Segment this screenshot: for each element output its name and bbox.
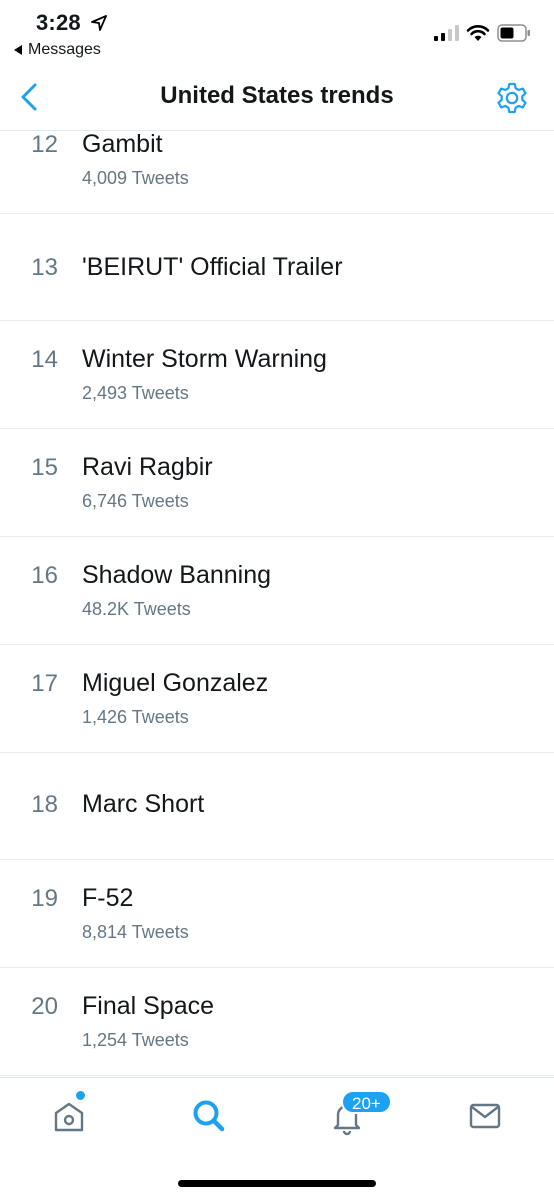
home-icon[interactable] [49,1096,89,1136]
trend-tweet-count: 4,009 Tweets [82,168,189,188]
back-to-app-label: Messages [28,41,101,58]
gear-icon[interactable] [495,81,529,115]
clock: 3:28 [36,10,81,35]
back-triangle-icon [14,45,22,55]
nav-bar: United States trends [0,66,554,131]
trend-tweet-count: 48.2K Tweets [82,599,191,619]
trend-name: Marc Short [82,790,205,818]
location-arrow-icon [91,15,107,31]
trend-row[interactable]: 19 F-52 8,814 Tweets [0,860,554,968]
trend-rank: 14 [31,346,58,373]
trend-rank: 13 [31,254,58,281]
trend-tweet-count: 6,746 Tweets [82,491,189,511]
trend-tweet-count: 1,426 Tweets [82,707,189,727]
trend-row[interactable]: 14 Winter Storm Warning 2,493 Tweets [0,321,554,429]
page-title: United States trends [160,82,394,109]
trend-tweet-count: 2,493 Tweets [82,383,189,403]
cellular-signal-icon [434,25,459,41]
search-icon[interactable] [189,1096,229,1136]
wifi-icon [466,25,490,41]
trend-row[interactable]: 15 Ravi Ragbir 6,746 Tweets [0,429,554,537]
home-indicator[interactable] [178,1180,376,1187]
trend-rank: 19 [31,885,58,912]
trend-row[interactable]: 16 Shadow Banning 48.2K Tweets [0,537,554,645]
trend-name: Gambit [82,130,163,158]
trend-tweet-count: 8,814 Tweets [82,922,189,942]
trends-list: 12 Gambit 4,009 Tweets 13 'BEIRUT' Offic… [0,130,554,1076]
trend-rank: 15 [31,454,58,481]
back-to-app-link[interactable]: Messages [14,41,101,59]
trend-tweet-count: 1,254 Tweets [82,1030,189,1050]
trend-rank: 12 [31,131,58,158]
trend-rank: 18 [31,791,58,818]
home-unread-dot [76,1091,85,1100]
trend-name: Shadow Banning [82,561,272,589]
trend-row[interactable]: 18 Marc Short [0,753,554,860]
battery-icon [497,24,530,42]
notifications-badge: 20+ [341,1090,392,1114]
trend-row[interactable]: 17 Miguel Gonzalez 1,426 Tweets [0,645,554,753]
trend-rank: 20 [31,993,58,1020]
trend-row[interactable]: 20 Final Space 1,254 Tweets [0,968,554,1076]
trend-row[interactable]: 12 Gambit 4,009 Tweets [0,130,554,214]
trend-name: Final Space [82,992,215,1020]
trend-name: F-52 [82,884,134,912]
trend-name: Miguel Gonzalez [82,669,269,697]
trend-row[interactable]: 13 'BEIRUT' Official Trailer [0,214,554,321]
trend-name: Winter Storm Warning [82,345,327,373]
status-bar: 3:28 Messages [0,0,554,66]
mail-icon[interactable] [465,1096,505,1136]
trend-rank: 17 [31,670,58,697]
trend-rank: 16 [31,562,58,589]
trend-name: 'BEIRUT' Official Trailer [82,253,343,281]
trend-name: Ravi Ragbir [82,453,213,481]
